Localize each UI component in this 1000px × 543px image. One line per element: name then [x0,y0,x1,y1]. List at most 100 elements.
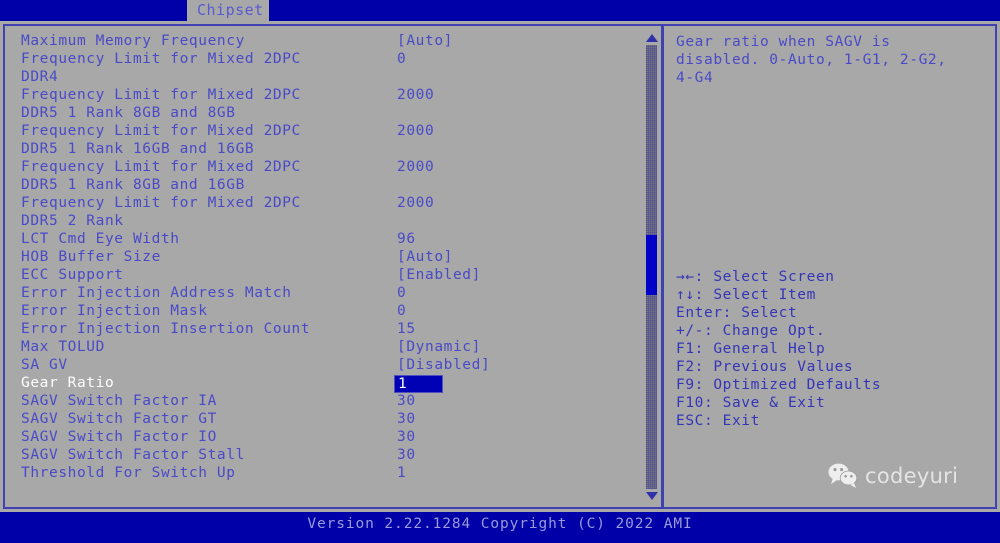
setting-label: SAGV Switch Factor Stall [21,447,245,463]
scroll-down-arrow-icon[interactable] [646,492,658,500]
setting-row[interactable]: SAGV Switch Factor GT 30 [21,410,636,428]
setting-row[interactable]: Error Injection Insertion Count 15 [21,320,636,338]
setting-value: [Dynamic] [397,339,481,355]
version-bar: Version 2.22.1284 Copyright (C) 2022 AMI [0,512,1000,543]
setting-label: DDR5 1 Rank 8GB and 8GB [21,105,236,121]
wechat-icon [828,463,858,488]
setting-value: 15 [397,321,416,337]
help-description: Gear ratio when SAGV is disabled. 0-Auto,… [676,33,988,87]
setting-row[interactable]: DDR4 [21,68,636,86]
setting-label: Frequency Limit for Mixed 2DPC [21,159,301,175]
setting-row[interactable]: Max TOLUD [Dynamic] [21,338,636,356]
setting-row[interactable]: Frequency Limit for Mixed 2DPC 2000 [21,158,636,176]
setting-row[interactable]: SAGV Switch Factor Stall 30 [21,446,636,464]
settings-pane: Maximum Memory Frequency [Auto] Frequency … [3,24,661,509]
setting-label: DDR5 1 Rank 8GB and 16GB [21,177,245,193]
setting-row[interactable]: Maximum Memory Frequency [Auto] [21,32,636,50]
hotkey-line: ESC: Exit [676,413,760,429]
setting-row[interactable]: Threshold For Switch Up 1 [21,464,636,482]
hotkey-line: Enter: Select [676,305,798,321]
setting-label: Frequency Limit for Mixed 2DPC [21,51,301,67]
help-line: disabled. 0-Auto, 1-G1, 2-G2, [676,52,947,68]
setting-label: Error Injection Mask [21,303,208,319]
settings-scrollbar[interactable] [644,32,658,502]
setting-row[interactable]: DDR5 1 Rank 8GB and 8GB [21,104,636,122]
setting-value: [Auto] [397,249,453,265]
setting-row[interactable]: DDR5 1 Rank 8GB and 16GB [21,176,636,194]
setting-label: Gear Ratio [21,375,115,391]
hotkey-line: F1: General Help [676,341,826,357]
setting-row[interactable]: SAGV Switch Factor IA 30 [21,392,636,410]
setting-value: 30 [397,429,416,445]
setting-value: 0 [397,51,407,67]
setting-label: LCT Cmd Eye Width [21,231,180,247]
setting-value: 0 [397,303,407,319]
setting-value: 2000 [397,195,435,211]
setting-row[interactable]: LCT Cmd Eye Width 96 [21,230,636,248]
setting-value: [Auto] [397,33,453,49]
setting-value: 30 [397,393,416,409]
setting-label: DDR4 [21,69,59,85]
setting-row[interactable]: Error Injection Address Match 0 [21,284,636,302]
setting-value: 0 [397,285,407,301]
hotkey-line: +/-: Change Opt. [676,323,826,339]
setting-value: 30 [397,411,416,427]
setting-label: Maximum Memory Frequency [21,33,245,49]
watermark-label: codeyuri [865,463,959,488]
setting-label: DDR5 1 Rank 16GB and 16GB [21,141,255,157]
setting-row[interactable]: ECC Support [Enabled] [21,266,636,284]
setting-label: Error Injection Insertion Count [21,321,311,337]
setting-label: ECC Support [21,267,124,283]
help-line: 4-G4 [676,70,714,86]
help-pane: Gear ratio when SAGV is disabled. 0-Auto,… [666,24,997,509]
setting-value: 1 [397,465,407,481]
setting-label: Frequency Limit for Mixed 2DPC [21,195,301,211]
setting-row[interactable]: Frequency Limit for Mixed 2DPC 2000 [21,86,636,104]
scrollbar-thumb[interactable] [646,235,657,295]
help-line: Gear ratio when SAGV is [676,34,891,50]
setting-row[interactable]: Frequency Limit for Mixed 2DPC 2000 [21,194,636,212]
setting-label: SAGV Switch Factor IA [21,393,217,409]
hotkey-line: ↑↓: Select Item [676,287,816,303]
setting-label: DDR5 2 Rank [21,213,124,229]
setting-row[interactable]: SA GV [Disabled] [21,356,636,374]
setting-label: Max TOLUD [21,339,105,355]
bios-setup-screen: Chipset Maximum Memory Frequency [Auto] Fr… [0,0,1000,543]
scroll-up-arrow-icon[interactable] [646,34,658,42]
setting-row[interactable]: DDR5 1 Rank 16GB and 16GB [21,140,636,158]
setting-label: Error Injection Address Match [21,285,292,301]
settings-list: Maximum Memory Frequency [Auto] Frequency … [21,32,636,482]
setting-label: Frequency Limit for Mixed 2DPC [21,123,301,139]
hotkey-legend: →←: Select Screen ↑↓: Select Item Enter: S… [676,268,988,430]
setting-value: [Enabled] [397,267,481,283]
setting-row[interactable]: Frequency Limit for Mixed 2DPC 0 [21,50,636,68]
setting-row[interactable]: Error Injection Mask 0 [21,302,636,320]
setting-value: 96 [397,231,416,247]
version-text: Version 2.22.1284 Copyright (C) 2022 AMI [307,516,693,532]
setting-value: 2000 [397,159,435,175]
setting-label: SAGV Switch Factor IO [21,429,217,445]
hotkey-line: →←: Select Screen [676,269,835,285]
setting-label: HOB Buffer Size [21,249,161,265]
setting-row-selected[interactable]: Gear Ratio 1 [21,374,636,393]
watermark: codeyuri [828,463,958,488]
hotkey-line: F2: Previous Values [676,359,854,375]
setting-value: 30 [397,447,416,463]
setting-value-editfield[interactable]: 1 [394,375,443,393]
setting-row[interactable]: SAGV Switch Factor IO 30 [21,428,636,446]
hotkey-line: F9: Optimized Defaults [676,377,882,393]
setting-label: SAGV Switch Factor GT [21,411,217,427]
setting-label: Frequency Limit for Mixed 2DPC [21,87,301,103]
setting-label: SA GV [21,357,68,373]
setting-row[interactable]: DDR5 2 Rank [21,212,636,230]
setting-row[interactable]: HOB Buffer Size [Auto] [21,248,636,266]
menu-bar: Chipset [0,0,1000,21]
setting-label: Threshold For Switch Up [21,465,236,481]
tab-chipset[interactable]: Chipset [187,0,269,21]
setting-row[interactable]: Frequency Limit for Mixed 2DPC 2000 [21,122,636,140]
pane-divider [661,24,664,509]
setting-value: 2000 [397,87,435,103]
setting-value: [Disabled] [397,357,491,373]
hotkey-line: F10: Save & Exit [676,395,826,411]
setting-value: 2000 [397,123,435,139]
